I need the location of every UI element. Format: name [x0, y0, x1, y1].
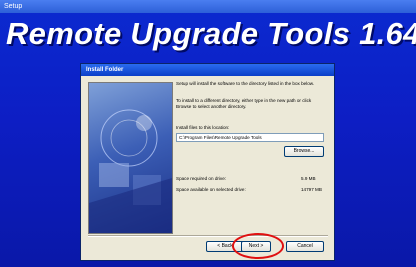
next-button-highlight-circle: [232, 233, 284, 259]
space-available-value: 14797 MB: [301, 187, 322, 192]
dialog-title: Install Folder: [81, 64, 334, 76]
space-required-label: Space required on drive:: [176, 176, 227, 181]
circuit-artwork-icon: [89, 109, 172, 233]
install-location-label: Install files to this location:: [176, 125, 230, 130]
space-available-label: Space available on selected drive:: [176, 187, 246, 192]
install-folder-dialog: Install Folder Setup will install the so…: [80, 63, 335, 261]
browse-button[interactable]: Browse...: [284, 146, 324, 157]
intro-text: Setup will install the software to the d…: [176, 81, 315, 86]
button-separator: [88, 235, 328, 237]
installer-artwork: [88, 82, 173, 234]
space-required-value: 5.9 MB: [301, 176, 316, 181]
product-banner: Remote Upgrade Tools 1.64: [6, 16, 416, 51]
cancel-button[interactable]: Cancel: [286, 241, 324, 252]
setup-screen: Setup Remote Upgrade Tools 1.64 Install …: [0, 0, 416, 267]
instruction-text: To install to a different directory, eit…: [176, 98, 312, 109]
setup-title-bar: Setup: [0, 0, 416, 13]
install-path-field[interactable]: C:\Program Files\Remote Upgrade Tools: [176, 133, 324, 142]
